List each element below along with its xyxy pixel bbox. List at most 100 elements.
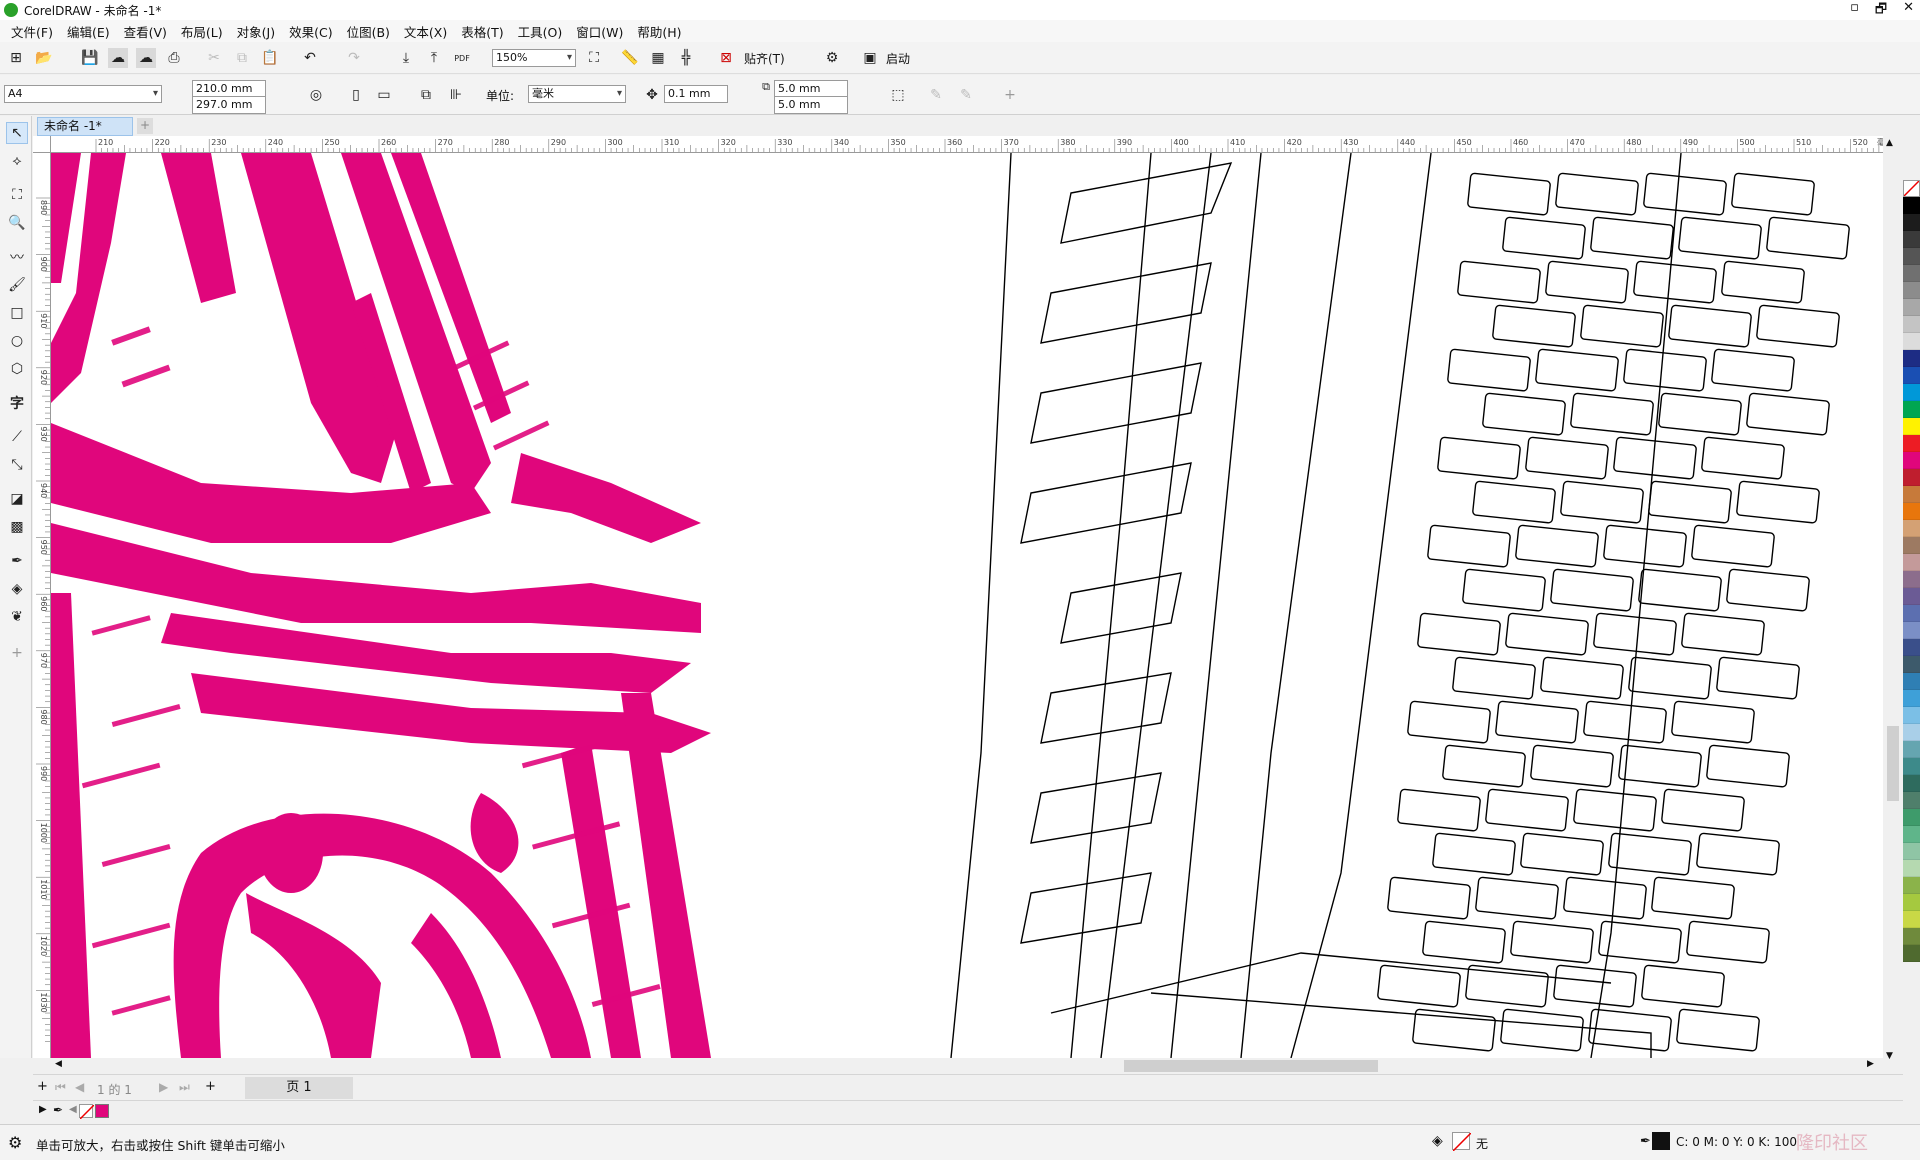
scroll-right-icon[interactable]: ▶ — [1867, 1059, 1874, 1069]
drawing-canvas[interactable] — [51, 153, 1883, 1058]
import-icon[interactable]: ⤓ — [396, 48, 416, 68]
menu-text[interactable]: 文本(X) — [397, 22, 454, 41]
current-page-icon[interactable]: ⧉ — [416, 85, 436, 105]
print-icon[interactable]: ⎙ — [164, 48, 184, 68]
undo-icon[interactable]: ↶ — [300, 48, 320, 68]
menu-help[interactable]: 帮助(H) — [630, 22, 688, 41]
palette-swatch[interactable] — [1903, 945, 1920, 962]
palette-swatch[interactable] — [1903, 214, 1920, 231]
vertical-ruler[interactable]: 890 900 910 920 930 940 950 960 970 980 990 1000 101… — [33, 153, 51, 1058]
edit-icon[interactable]: ✎ — [926, 85, 946, 105]
ruler-origin[interactable] — [33, 136, 51, 153]
palette-swatch[interactable] — [1903, 282, 1920, 299]
menu-view[interactable]: 查看(V) — [117, 22, 174, 41]
show-guidelines-icon[interactable]: ╬ — [676, 48, 696, 68]
snap-to-dropdown[interactable]: 贴齐(T) — [744, 50, 785, 67]
palette-swatch[interactable] — [1903, 435, 1920, 452]
palette-swatch[interactable] — [1903, 894, 1920, 911]
add-tool-icon[interactable]: + — [6, 642, 28, 664]
menu-window[interactable]: 窗口(W) — [569, 22, 630, 41]
cut-icon[interactable]: ✂ — [204, 48, 224, 68]
pdf-export-icon[interactable]: PDF — [452, 48, 472, 68]
pick-tool-icon[interactable]: ↖ — [6, 122, 28, 144]
palette-swatch[interactable] — [1903, 860, 1920, 877]
crop-tool-icon[interactable]: ⛶ — [6, 184, 28, 206]
palette-swatch[interactable] — [1903, 656, 1920, 673]
add-page-after-icon[interactable]: + — [205, 1079, 216, 1094]
nudge-distance-input[interactable]: 0.1 mm — [664, 85, 728, 103]
scroll-down-icon[interactable]: ▼ — [1886, 1051, 1893, 1061]
gear-icon[interactable]: ⚙ — [8, 1133, 22, 1152]
palette-swatch[interactable] — [1903, 571, 1920, 588]
launch-dropdown[interactable]: 启动 — [886, 50, 910, 67]
palette-swatch[interactable] — [1903, 605, 1920, 622]
portrait-icon[interactable]: ▯ — [346, 85, 366, 105]
scroll-up-icon[interactable]: ▲ — [1886, 138, 1893, 148]
menu-table[interactable]: 表格(T) — [454, 22, 510, 41]
palette-swatch[interactable] — [1903, 690, 1920, 707]
new-tab-icon[interactable]: + — [137, 118, 153, 134]
palette-swatch[interactable] — [1903, 554, 1920, 571]
all-pages-icon[interactable]: ◎ — [306, 85, 326, 105]
no-color-swatch[interactable] — [1903, 180, 1920, 197]
snap-off-icon[interactable]: ⊠ — [716, 48, 736, 68]
palette-swatch[interactable] — [1903, 809, 1920, 826]
scroll-left-icon[interactable]: ◀ — [55, 1059, 62, 1069]
transparency-tool-icon[interactable]: ▩ — [6, 516, 28, 538]
horizontal-ruler[interactable]: 210 220 230 240 250 260 270 280 290 300 310 320 330 3… — [51, 136, 1903, 153]
menu-layout[interactable]: 布局(L) — [174, 22, 230, 41]
page-size-select[interactable]: A4 — [4, 85, 162, 103]
outline-swatch[interactable] — [1652, 1132, 1670, 1150]
doc-palette-eyedropper-icon[interactable]: ✒ — [53, 1103, 63, 1117]
palette-swatch[interactable] — [1903, 401, 1920, 418]
vertical-scroll-thumb[interactable] — [1887, 726, 1899, 801]
copy-icon[interactable]: ⧉ — [232, 48, 252, 68]
palette-swatch[interactable] — [1903, 316, 1920, 333]
cloud-download-icon[interactable]: ☁ — [108, 48, 128, 68]
palette-swatch[interactable] — [1903, 299, 1920, 316]
freehand-tool-icon[interactable]: 〰 — [6, 246, 28, 268]
document-tab[interactable]: 未命名 -1* — [37, 117, 133, 136]
horizontal-scroll-thumb[interactable] — [1124, 1060, 1378, 1072]
palette-swatch[interactable] — [1903, 197, 1920, 214]
polygon-tool-icon[interactable]: ⬡ — [6, 358, 28, 380]
doc-palette-expand-icon[interactable]: ▶ — [39, 1104, 47, 1115]
palette-swatch[interactable] — [1903, 792, 1920, 809]
palette-swatch[interactable] — [1903, 384, 1920, 401]
palette-swatch[interactable] — [1903, 486, 1920, 503]
new-document-icon[interactable]: ⊞ — [6, 48, 26, 68]
menu-effects[interactable]: 效果(C) — [282, 22, 339, 41]
restore-button[interactable]: 🗗 — [1875, 0, 1887, 22]
palette-swatch[interactable] — [1903, 639, 1920, 656]
shape-tool-icon[interactable]: ⟡ — [6, 150, 28, 172]
page-tab[interactable]: 页 1 — [245, 1077, 353, 1099]
document-color-swatch[interactable] — [95, 1104, 109, 1118]
palette-swatch[interactable] — [1903, 520, 1920, 537]
palette-swatch[interactable] — [1903, 843, 1920, 860]
palette-swatch[interactable] — [1903, 537, 1920, 554]
palette-swatch[interactable] — [1903, 775, 1920, 792]
menu-object[interactable]: 对象(J) — [230, 22, 282, 41]
page-height-input[interactable]: 297.0 mm — [192, 96, 266, 114]
doc-palette-scroll-icon[interactable]: ◀ — [69, 1104, 77, 1115]
traced-bitmap-outline[interactable] — [950, 153, 1850, 1058]
add-page-before-icon[interactable]: + — [37, 1079, 48, 1094]
traced-bitmap-magenta[interactable] — [51, 153, 711, 1058]
parallel-dimension-icon[interactable]: ⟋ — [6, 426, 28, 448]
eyedropper-tool-icon[interactable]: ✒ — [6, 550, 28, 572]
minimize-button[interactable]: ▫ — [1850, 0, 1859, 22]
palette-swatch[interactable] — [1903, 622, 1920, 639]
palette-swatch[interactable] — [1903, 911, 1920, 928]
options-gear-icon[interactable]: ⚙ — [822, 48, 842, 68]
fill-swatch[interactable] — [1452, 1132, 1472, 1152]
text-tool-icon[interactable]: 字 — [6, 392, 28, 414]
show-grid-icon[interactable]: ▦ — [648, 48, 668, 68]
smart-fill-icon[interactable]: ❦ — [6, 606, 28, 628]
edit-icon-2[interactable]: ✎ — [956, 85, 976, 105]
palette-swatch[interactable] — [1903, 758, 1920, 775]
palette-swatch[interactable] — [1903, 928, 1920, 945]
ellipse-tool-icon[interactable]: ○ — [6, 330, 28, 352]
export-icon[interactable]: ⤒ — [424, 48, 444, 68]
menu-file[interactable]: 文件(F) — [4, 22, 60, 41]
palette-swatch[interactable] — [1903, 367, 1920, 384]
